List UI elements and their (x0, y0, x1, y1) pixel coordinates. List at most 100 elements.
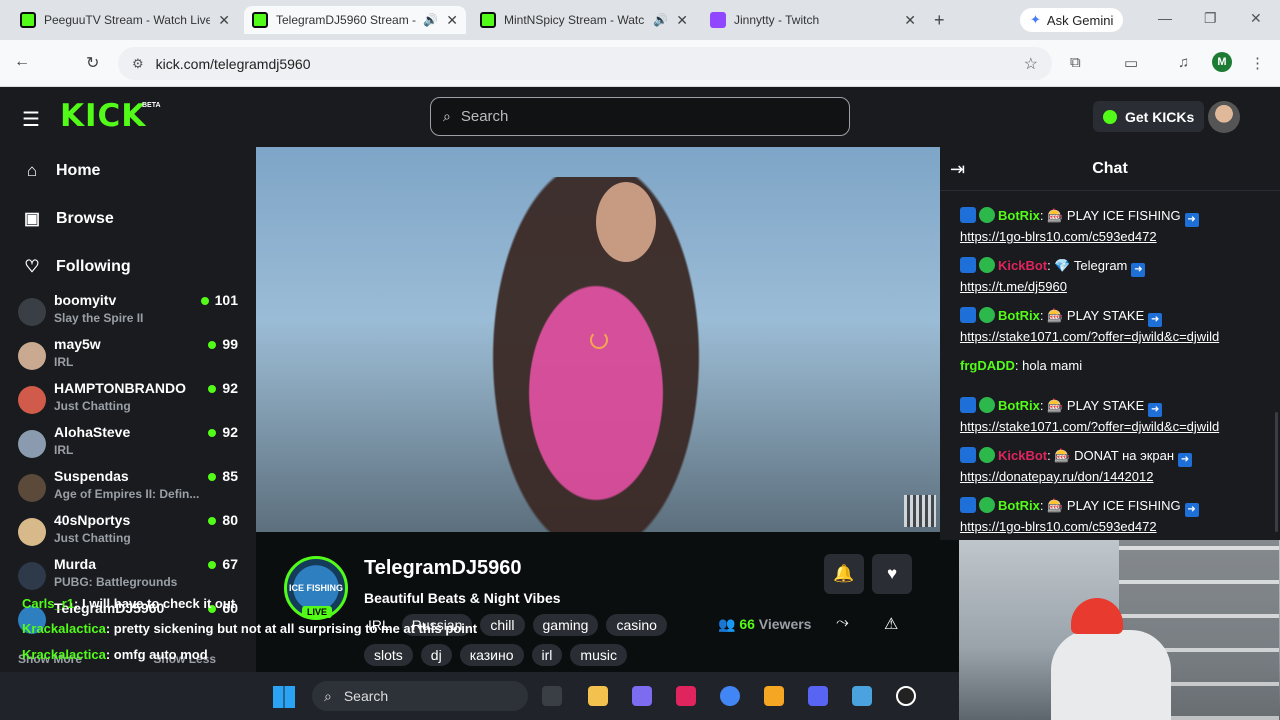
stream-tag[interactable]: irl (531, 644, 563, 666)
chat-username[interactable]: BotRix (998, 208, 1040, 223)
chat-username[interactable]: KickBot (998, 258, 1047, 273)
sidebar-following-item[interactable]: Suspendas Age of Empires II: Defin... 85 (18, 468, 240, 512)
sidebar-following-item[interactable]: boomyitv Slay the Spire II 101 (18, 292, 240, 336)
speaker-icon[interactable]: 🔊 (653, 13, 668, 27)
app-icon[interactable] (676, 686, 696, 706)
chat-link[interactable]: https://1go-blrs10.com/c593ed472 (960, 519, 1157, 534)
heart-icon: ♥ (886, 564, 898, 583)
sidebar-following-item[interactable]: may5w IRL 99 (18, 336, 240, 380)
browser-tab[interactable]: Jinnytty - Twitch ✕ (702, 6, 924, 34)
sidebar-item-label: Home (56, 162, 101, 179)
extensions-icon[interactable]: ⧉ (1070, 54, 1081, 71)
stream-tag[interactable]: gaming (532, 614, 599, 636)
browser-tab[interactable]: PeeguuTV Stream - Watch Live ✕ (12, 6, 238, 34)
chat-link[interactable]: https://t.me/dj5960 (960, 279, 1067, 294)
media-control-icon[interactable]: ♫ (1178, 54, 1189, 71)
live-badge: LIVE (302, 606, 333, 618)
sidebar-item-browse[interactable]: ▣ Browse (22, 209, 114, 229)
menu-kebab-icon[interactable]: ⋮ (1250, 54, 1265, 72)
chat-username[interactable]: BotRix (998, 308, 1040, 323)
chat-username[interactable]: frgDADD (960, 358, 1015, 373)
back-icon[interactable]: ← (14, 53, 30, 71)
share-icon[interactable]: ⤳ (836, 614, 849, 632)
close-tab-icon[interactable]: ✕ (218, 12, 230, 29)
stream-tag[interactable]: music (570, 644, 627, 666)
chat-link[interactable]: https://stake1071.com/?offer=djwild&c=dj… (960, 419, 1219, 434)
stream-category: IRL (54, 355, 74, 369)
chat-username[interactable]: KickBot (998, 448, 1047, 463)
channel-name[interactable]: TelegramDJ5960 (364, 557, 522, 580)
restore-icon[interactable]: ❐ (1204, 10, 1217, 27)
stream-info: ICE FISHING LIVE TelegramDJ5960 Beautifu… (256, 532, 959, 672)
chat-link[interactable]: https://donatepay.ru/don/1442012 (960, 469, 1153, 484)
speaker-icon[interactable]: 🔊 (423, 13, 438, 27)
chrome-icon[interactable] (720, 686, 740, 706)
avatar (18, 474, 46, 502)
chat-link[interactable]: https://stake1071.com/?offer=djwild&c=dj… (960, 329, 1219, 344)
get-kicks-button[interactable]: Get KICKs (1093, 101, 1205, 132)
arrow-right-icon: ➜ (1131, 263, 1146, 277)
obs-icon[interactable] (896, 686, 916, 706)
chat-scrollbar[interactable] (1275, 412, 1278, 532)
webcam-beanie (1071, 598, 1123, 634)
sidebar-following-item[interactable]: AlohaSteve IRL 92 (18, 424, 240, 468)
sidebar-following-item[interactable]: HAMPTONBRANDO Just Chatting 92 (18, 380, 240, 424)
file-explorer-icon[interactable] (588, 686, 608, 706)
app-icon[interactable] (852, 686, 872, 706)
stream-tag[interactable]: dj (420, 644, 452, 666)
chat-message: BotRix: 🎰 PLAY ICE FISHING ➜ https://1go-b… (960, 496, 1260, 537)
viewer-count: 92 (208, 424, 238, 440)
kick-header: ☰ KICK BETA ⌕ Search Get KICKs (0, 87, 1280, 147)
chat-link[interactable]: https://1go-blrs10.com/c593ed472 (960, 229, 1157, 244)
sidebar-following-item[interactable]: 40sNportys Just Chatting 80 (18, 512, 240, 556)
new-tab-icon[interactable]: + (934, 10, 945, 31)
url-input[interactable]: ⚙ kick.com/telegramdj5960 ☆ (118, 47, 1052, 80)
sidebar-following-item[interactable]: Murda PUBG: Battlegrounds 67 (18, 556, 240, 600)
search-input[interactable]: ⌕ Search (430, 97, 850, 136)
tab-title: MintNSpicy Stream - Watc (504, 13, 645, 27)
live-dot-icon (208, 385, 217, 393)
task-view-icon[interactable] (542, 686, 562, 706)
hamburger-menu-icon[interactable]: ☰ (22, 107, 40, 132)
video-player[interactable] (256, 147, 940, 532)
windows-start-icon[interactable] (273, 686, 295, 708)
moderator-badge-icon (960, 307, 976, 323)
close-tab-icon[interactable]: ✕ (446, 12, 458, 29)
close-tab-icon[interactable]: ✕ (676, 12, 688, 29)
chat-username[interactable]: BotRix (998, 398, 1040, 413)
report-warning-icon[interactable]: ⚠ (884, 614, 898, 634)
chat-username[interactable]: BotRix (998, 498, 1040, 513)
stream-tag[interactable]: chill (480, 614, 525, 636)
viewer-count: 👥 66 Viewers (718, 616, 811, 633)
bookmark-star-icon[interactable]: ☆ (1024, 54, 1038, 74)
notify-bell-button[interactable]: 🔔 (824, 554, 864, 594)
user-avatar[interactable] (1208, 101, 1240, 133)
reload-icon[interactable]: ↻ (86, 53, 99, 73)
stream-tag[interactable]: казино (459, 644, 524, 666)
app-icon[interactable] (764, 686, 784, 706)
copilot-icon[interactable] (632, 686, 652, 706)
ask-gemini-button[interactable]: ✦ Ask Gemini (1020, 8, 1124, 32)
live-dot-icon (208, 561, 217, 569)
profile-avatar[interactable]: M (1212, 52, 1232, 72)
stream-category: PUBG: Battlegrounds (54, 575, 178, 589)
discord-icon[interactable] (808, 686, 828, 706)
streamer-name: AlohaSteve (54, 424, 131, 440)
taskbar-search-input[interactable]: ⌕ Search (312, 681, 528, 711)
stream-tag[interactable]: casino (606, 614, 667, 636)
stream-title: Beautiful Beats & Night Vibes (364, 590, 561, 606)
kick-logo[interactable]: KICK (60, 98, 146, 134)
kick-favicon-icon (480, 12, 496, 28)
cast-icon[interactable]: ▭ (1124, 54, 1138, 72)
close-window-icon[interactable]: ✕ (1250, 10, 1262, 27)
site-info-icon[interactable]: ⚙ (132, 56, 144, 72)
sidebar-item-following[interactable]: ♡ Following (22, 257, 130, 277)
sidebar-item-home[interactable]: ⌂ Home (22, 161, 101, 181)
stream-tag[interactable]: slots (364, 644, 413, 666)
viewers-icon: 👥 (718, 616, 736, 632)
browser-tab[interactable]: MintNSpicy Stream - Watc 🔊 ✕ (472, 6, 696, 34)
follow-heart-button[interactable]: ♥ (872, 554, 912, 594)
minimize-icon[interactable]: — (1158, 10, 1172, 26)
close-tab-icon[interactable]: ✕ (904, 12, 916, 29)
browser-tab-active[interactable]: TelegramDJ5960 Stream - 🔊 ✕ (244, 6, 466, 34)
